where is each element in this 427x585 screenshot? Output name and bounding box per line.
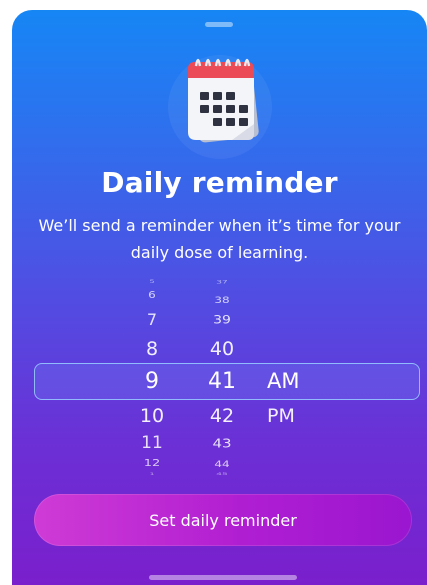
minute-selected[interactable]: 41: [197, 371, 247, 393]
page-title: Daily reminder: [101, 166, 338, 199]
set-reminder-button[interactable]: Set daily reminder: [34, 494, 412, 546]
hour-option[interactable]: 8: [127, 340, 177, 359]
reminder-sheet: Daily reminder We’ll send a reminder whe…: [12, 10, 427, 585]
calendar-icon: [188, 58, 259, 143]
page-subtitle: We’ll send a reminder when it’s time for…: [38, 216, 401, 262]
drag-handle[interactable]: [205, 22, 233, 27]
minute-option[interactable]: 42: [197, 407, 247, 426]
minute-option[interactable]: 44: [197, 460, 247, 468]
hour-option[interactable]: 12: [127, 459, 177, 469]
hour-option[interactable]: 11: [127, 435, 177, 452]
hour-option[interactable]: 10: [127, 407, 177, 426]
period-option[interactable]: PM: [267, 407, 317, 426]
minute-option[interactable]: 45: [197, 473, 247, 477]
period-selected[interactable]: AM: [267, 371, 317, 392]
hour-option[interactable]: 7: [127, 312, 177, 328]
home-indicator: [149, 575, 297, 580]
minute-option[interactable]: 37: [197, 280, 247, 285]
hour-option[interactable]: 5: [127, 280, 177, 284]
hour-option[interactable]: 1: [127, 472, 177, 475]
hour-selected[interactable]: 9: [127, 371, 177, 393]
minute-option[interactable]: 40: [197, 340, 247, 359]
minute-option[interactable]: 43: [197, 437, 247, 450]
minute-option[interactable]: 38: [197, 296, 247, 304]
time-picker[interactable]: 5 6 7 8 9 10 11 12 1 37 38 39 40 41 42 4…: [12, 274, 427, 477]
minute-option[interactable]: 39: [197, 314, 247, 326]
hour-option[interactable]: 6: [127, 290, 177, 300]
